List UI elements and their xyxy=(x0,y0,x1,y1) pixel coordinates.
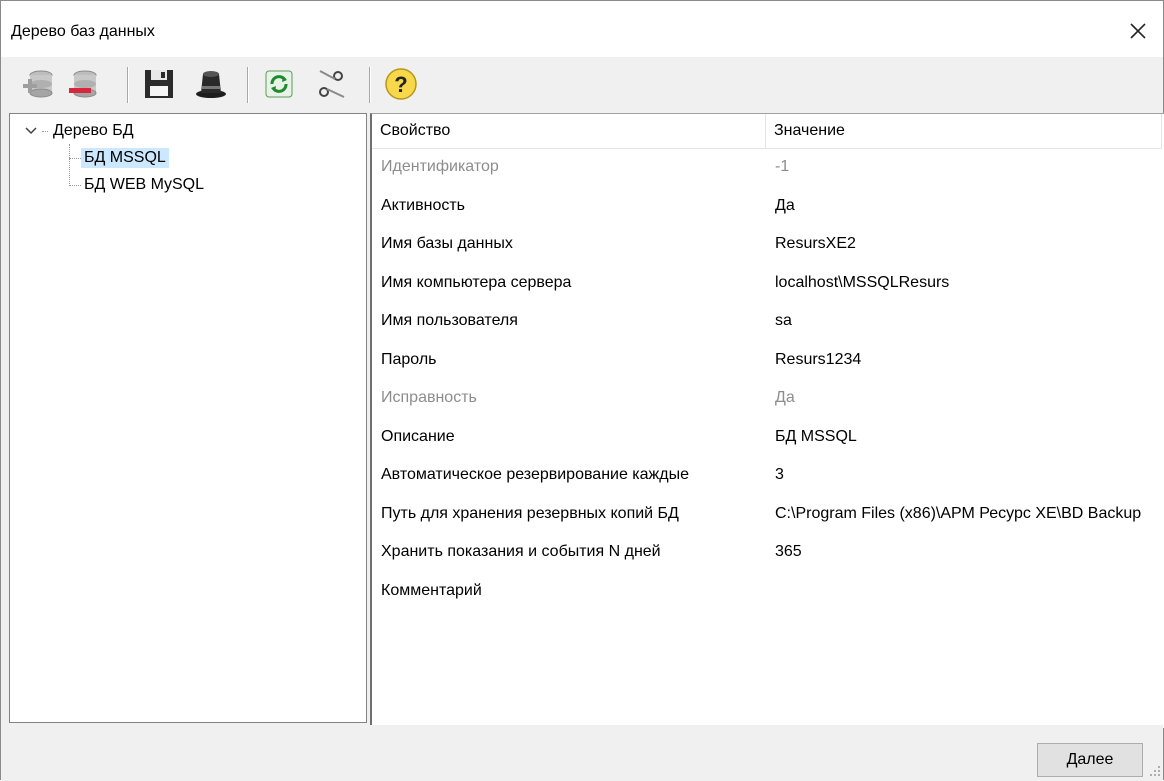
table-row[interactable]: Описание БД MSSQL xyxy=(372,418,1162,457)
refresh-button[interactable] xyxy=(259,65,299,103)
help-icon: ? xyxy=(385,68,417,100)
database-tree[interactable]: Дерево БД БД MSSQL БД WEB MySQL xyxy=(9,113,367,723)
property-value-cell[interactable]: ResursXE2 xyxy=(775,225,1160,264)
table-row[interactable]: Имя пользователя sa xyxy=(372,302,1162,341)
tree-connector xyxy=(42,130,48,132)
tree-connector xyxy=(69,157,81,159)
toolbar-separator xyxy=(369,67,371,103)
column-header-value[interactable]: Значение xyxy=(766,114,1162,148)
property-name-cell: Пароль xyxy=(381,350,437,368)
property-name-cell: Идентификатор xyxy=(381,158,499,175)
dialog-window: Дерево баз данных ? Дерево БД БД MSSQL Б… xyxy=(0,0,1164,781)
close-icon xyxy=(1130,23,1146,39)
help-button[interactable]: ? xyxy=(381,65,421,103)
magic-hat-button[interactable] xyxy=(191,65,231,103)
table-row[interactable]: Имя компьютера сервера localhost\MSSQLRes… xyxy=(372,264,1162,303)
table-row[interactable]: Имя базы данных ResursXE2 xyxy=(372,225,1162,264)
chevron-down-icon[interactable] xyxy=(24,124,38,138)
property-name-cell: Комментарий xyxy=(381,581,482,599)
property-value-cell: -1 xyxy=(775,158,790,175)
save-icon xyxy=(145,70,173,98)
property-name-cell: Активность xyxy=(381,196,466,214)
table-row[interactable]: Активность Да xyxy=(372,187,1162,226)
property-value-cell[interactable]: 3 xyxy=(775,456,1160,495)
close-button[interactable] xyxy=(1115,11,1161,51)
tree-item-label: БД MSSQL xyxy=(81,148,169,168)
window-title: Дерево баз данных xyxy=(11,23,155,40)
table-row[interactable]: Хранить показания и события N дней 365 xyxy=(372,533,1162,572)
table-row[interactable]: Исправность Да xyxy=(372,379,1162,418)
toolbar: ? xyxy=(1,57,1163,111)
property-rows: Идентификатор -1 Активность Да Имя базы данн… xyxy=(372,148,1162,610)
property-value-cell[interactable]: sa xyxy=(775,302,1160,341)
property-value-cell[interactable]: Resurs1234 xyxy=(775,341,1160,380)
property-value-cell[interactable]: Да xyxy=(775,187,1160,226)
tree-item-web-mysql[interactable]: БД WEB MySQL xyxy=(69,175,207,195)
scissors-icon xyxy=(319,70,345,98)
svg-text:?: ? xyxy=(394,72,407,97)
add-database-button[interactable] xyxy=(19,65,59,103)
property-name-cell: Имя базы данных xyxy=(381,235,513,252)
column-header-property[interactable]: Свойство xyxy=(372,114,766,148)
tree-item-label: БД WEB MySQL xyxy=(84,176,205,193)
refresh-icon xyxy=(265,70,293,98)
property-value-cell[interactable]: localhost\MSSQLResurs xyxy=(775,264,1160,303)
resize-grip-icon[interactable] xyxy=(1149,765,1161,777)
property-value-cell[interactable] xyxy=(775,572,1160,611)
bottom-bar: Далее xyxy=(1,725,1163,781)
property-value-cell[interactable]: 365 xyxy=(775,533,1160,572)
next-button[interactable]: Далее xyxy=(1037,743,1143,777)
toolbar-separator xyxy=(247,67,249,103)
tree-item-mssql[interactable]: БД MSSQL xyxy=(69,148,169,168)
property-value-cell[interactable]: C:\Program Files (x86)\АРМ Ресурс XE\BD … xyxy=(775,495,1160,534)
property-value-cell[interactable]: БД MSSQL xyxy=(775,418,1160,457)
property-name-cell: Имя пользователя xyxy=(381,312,518,329)
title-bar: Дерево баз данных xyxy=(1,1,1163,57)
table-row[interactable]: Пароль Resurs1234 xyxy=(372,341,1162,380)
property-name-cell: Автоматическое резервирование каждые xyxy=(381,466,689,483)
property-name-cell: Имя компьютера сервера xyxy=(381,273,572,291)
tree-connector xyxy=(69,184,81,186)
grid-header: Свойство Значение xyxy=(372,114,1162,149)
table-row[interactable]: Комментарий xyxy=(372,572,1162,611)
property-name-cell: Описание xyxy=(381,427,455,445)
toolbar-separator xyxy=(127,67,129,103)
cut-button[interactable] xyxy=(311,65,351,103)
remove-database-icon xyxy=(69,70,97,98)
property-grid: Свойство Значение Идентификатор -1 Активно… xyxy=(370,113,1164,728)
save-button[interactable] xyxy=(139,65,179,103)
property-name-cell: Исправность xyxy=(381,389,477,406)
property-name-cell: Хранить показания и события N дней xyxy=(381,543,661,560)
remove-database-button[interactable] xyxy=(63,65,103,103)
property-name-cell: Путь для хранения резервных копий БД xyxy=(381,504,679,522)
tree-root[interactable]: Дерево БД xyxy=(24,122,137,140)
tree-root-label: Дерево БД xyxy=(53,122,134,139)
magic-hat-icon xyxy=(196,71,226,98)
add-database-icon xyxy=(23,70,53,98)
table-row[interactable]: Идентификатор -1 xyxy=(372,148,1162,187)
property-value-cell: Да xyxy=(775,389,795,406)
table-row[interactable]: Путь для хранения резервных копий БД C:\P… xyxy=(372,495,1162,534)
table-row[interactable]: Автоматическое резервирование каждые 3 xyxy=(372,456,1162,495)
